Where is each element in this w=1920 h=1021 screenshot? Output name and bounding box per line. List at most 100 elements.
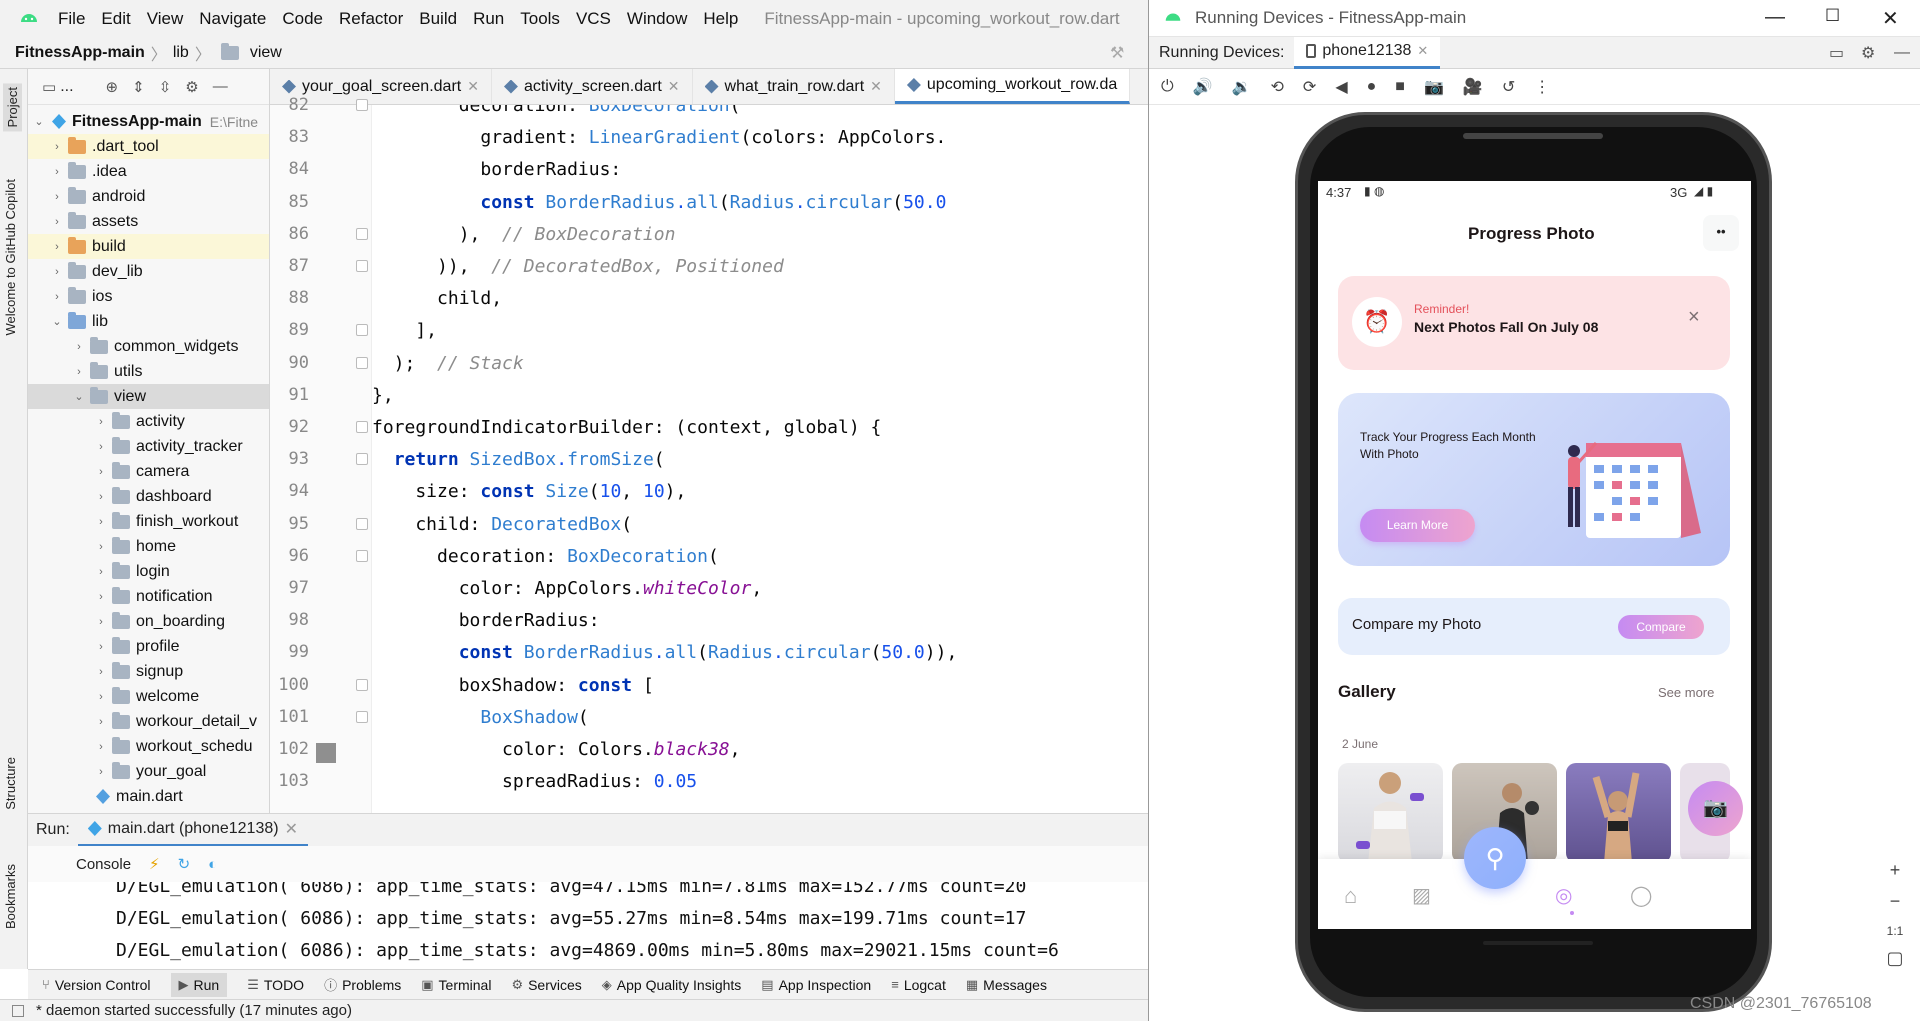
hot-restart-icon[interactable]: ↻ <box>178 855 191 873</box>
tree-item[interactable]: › workour_detail_v <box>28 709 269 734</box>
search-fab[interactable]: ⚲ <box>1464 827 1526 889</box>
zoom-in-icon[interactable]: + <box>1880 860 1910 881</box>
screenshot-icon[interactable]: 📷 <box>1424 77 1444 97</box>
tree-item[interactable]: › home <box>28 534 269 559</box>
tree-root[interactable]: ⌄ FitnessApp-main E:\Fitne <box>28 109 269 134</box>
zoom-out-icon[interactable]: − <box>1880 891 1910 912</box>
console-output[interactable]: D/EGL_emulation( 6086): app_time_stats: … <box>28 882 1148 964</box>
tree-item[interactable]: › utils <box>28 359 269 384</box>
close-icon[interactable]: ✕ <box>1417 43 1428 59</box>
menu-vcs[interactable]: VCS <box>568 0 619 37</box>
close-icon[interactable]: ✕ <box>668 78 680 95</box>
power-icon[interactable]: ⏻ <box>1161 78 1174 96</box>
locate-icon[interactable]: ⊕ <box>106 78 119 96</box>
expand-all-icon[interactable]: ⇕ <box>132 78 145 96</box>
minimize-icon[interactable]: — <box>1765 6 1785 29</box>
fold-marker-icon[interactable] <box>356 710 368 723</box>
activity-icon[interactable]: ▨ <box>1412 883 1431 908</box>
compare-button[interactable]: Compare <box>1618 615 1704 639</box>
tree-item[interactable]: › activity <box>28 409 269 434</box>
project-view-icon[interactable]: ▭ <box>42 78 56 96</box>
zoom-actual-button[interactable]: 1:1 <box>1880 924 1910 938</box>
menu-code[interactable]: Code <box>274 0 331 37</box>
run-config-tab[interactable]: main.dart (phone12138) ✕ <box>77 814 308 847</box>
menu-tools[interactable]: Tools <box>512 0 568 37</box>
close-icon[interactable]: ✕ <box>1882 6 1899 31</box>
tool-services[interactable]: ⚙ Services <box>511 977 581 993</box>
breakpoint-marker[interactable] <box>316 743 336 763</box>
tree-item[interactable]: › profile <box>28 634 269 659</box>
tree-item[interactable]: › .idea <box>28 159 269 184</box>
menu-edit[interactable]: Edit <box>93 0 138 37</box>
project-tool-tab[interactable]: Project <box>3 83 22 132</box>
tab-upcoming-workout-row[interactable]: upcoming_workout_row.da <box>894 69 1131 104</box>
breadcrumb-project[interactable]: FitnessApp-main <box>0 44 151 62</box>
tree-item[interactable]: › camera <box>28 459 269 484</box>
volume-up-icon[interactable]: 🔊 <box>1193 77 1213 97</box>
menu-file[interactable]: File <box>50 0 93 37</box>
menu-navigate[interactable]: Navigate <box>191 0 274 37</box>
fold-marker-icon[interactable] <box>356 324 368 337</box>
gear-icon[interactable]: ⚙ <box>185 78 198 96</box>
tree-item[interactable]: › common_widgets <box>28 334 269 359</box>
tree-item[interactable]: › android <box>28 184 269 209</box>
tool-messages[interactable]: ▦ Messages <box>966 977 1047 993</box>
menu-window[interactable]: Window <box>619 0 695 37</box>
tool-app-quality-insights[interactable]: ◈ App Quality Insights <box>602 977 742 993</box>
tree-item[interactable]: › welcome <box>28 684 269 709</box>
back-icon[interactable]: ◀ <box>1335 77 1347 97</box>
see-more-link[interactable]: See more <box>1658 685 1714 700</box>
gear-icon[interactable]: ⚙ <box>1861 43 1875 63</box>
tree-item[interactable]: ⌄ lib <box>28 309 269 334</box>
tool-terminal[interactable]: ▣ Terminal <box>421 977 491 993</box>
close-icon[interactable]: ✕ <box>467 78 479 95</box>
volume-down-icon[interactable]: 🔉 <box>1232 77 1252 97</box>
camera-icon[interactable]: ◎ <box>1555 883 1572 908</box>
code-editor[interactable]: decoration: BoxDecoration( gradient: Lin… <box>372 105 1148 813</box>
tree-item[interactable]: › signup <box>28 659 269 684</box>
home-icon[interactable]: ● <box>1367 78 1377 96</box>
tool-logcat[interactable]: ≡ Logcat <box>891 977 946 993</box>
tool-run[interactable]: ▶ Run <box>170 972 228 997</box>
copilot-tool-tab[interactable]: Welcome to GitHub Copilot <box>3 179 18 336</box>
fold-marker-icon[interactable] <box>356 227 368 240</box>
tree-item[interactable]: › assets <box>28 209 269 234</box>
tree-item[interactable]: › notification <box>28 584 269 609</box>
menu-view[interactable]: View <box>139 0 192 37</box>
more-icon[interactable]: ⋮ <box>1534 77 1550 97</box>
collapse-all-icon[interactable]: ⇳ <box>159 78 172 96</box>
tool-problems[interactable]: ⓘ Problems <box>324 975 401 994</box>
menu-run[interactable]: Run <box>465 0 512 37</box>
tree-item[interactable]: main.dart <box>28 784 269 809</box>
structure-tool-tab[interactable]: Structure <box>3 757 18 810</box>
breadcrumb-lib[interactable]: lib <box>167 44 195 62</box>
phone-screen[interactable]: 4:37 ▮ ◍ 3G ◢ ▮ Progress Photo •• ⏰ Remi… <box>1318 181 1751 929</box>
close-icon[interactable]: ✕ <box>285 819 298 839</box>
tool-version-control[interactable]: ⑂ Version Control <box>42 977 151 993</box>
fold-marker-icon[interactable] <box>356 678 368 691</box>
tree-item[interactable]: › your_goal <box>28 759 269 784</box>
fold-marker-icon[interactable] <box>356 99 368 111</box>
fold-marker-icon[interactable] <box>356 549 368 562</box>
tree-item[interactable]: › finish_workout <box>28 509 269 534</box>
tree-item[interactable]: › on_boarding <box>28 609 269 634</box>
overview-icon[interactable]: ■ <box>1395 78 1405 96</box>
devtools-icon[interactable]: ◐ <box>208 856 217 873</box>
maximize-icon[interactable]: ☐ <box>1825 6 1840 26</box>
tree-item[interactable]: ⌄ view <box>28 384 269 409</box>
fold-marker-icon[interactable] <box>356 260 368 272</box>
rotate-right-icon[interactable]: ⟳ <box>1303 77 1316 97</box>
menu-build[interactable]: Build <box>411 0 465 37</box>
minimize-icon[interactable]: — <box>1894 44 1910 62</box>
fit-screen-icon[interactable]: ▢ <box>1880 948 1910 969</box>
tree-item[interactable]: › workout_schedu <box>28 734 269 759</box>
fold-marker-icon[interactable] <box>356 421 368 433</box>
hot-reload-icon[interactable]: ⚡ <box>149 855 160 873</box>
camera-button[interactable]: 📷 <box>1688 781 1743 836</box>
gallery-photo[interactable] <box>1566 763 1671 863</box>
learn-more-button[interactable]: Learn More <box>1360 509 1475 542</box>
rotate-left-icon[interactable]: ⟲ <box>1271 77 1284 97</box>
tree-item[interactable]: › dev_lib <box>28 259 269 284</box>
minimize-icon[interactable]: — <box>213 78 228 95</box>
tree-item[interactable]: › build <box>28 234 269 259</box>
